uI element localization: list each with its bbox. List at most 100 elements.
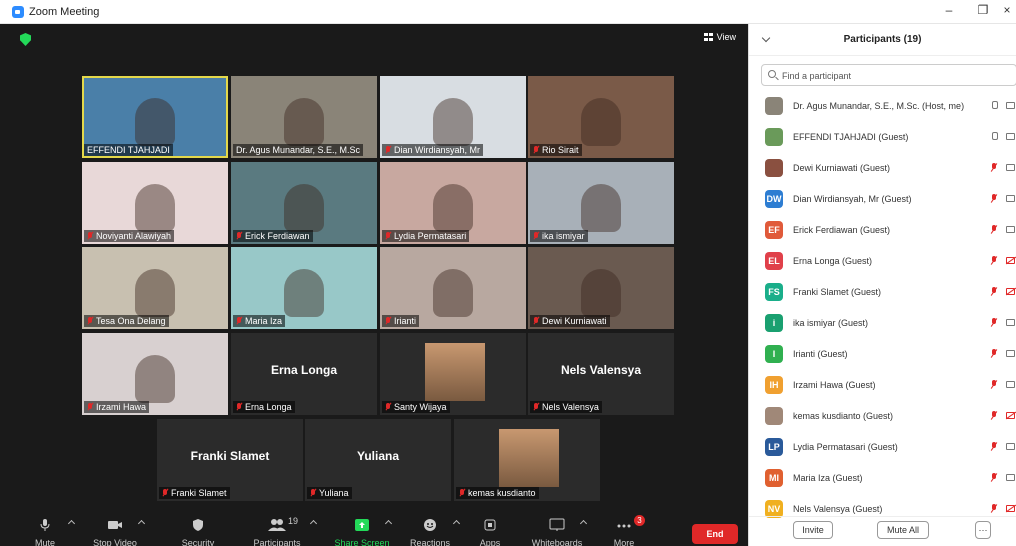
video-tile[interactable]: Irianti bbox=[380, 247, 526, 329]
muted-mic-icon[interactable] bbox=[991, 442, 997, 451]
camera-icon[interactable] bbox=[1006, 474, 1015, 481]
participant-avatar bbox=[765, 158, 783, 177]
camera-icon[interactable] bbox=[1006, 226, 1015, 233]
video-tile[interactable]: Dian Wirdiansyah, Mr bbox=[380, 76, 526, 158]
minimize-button[interactable]: – bbox=[940, 3, 958, 17]
video-tile[interactable]: Dewi Kurniawati bbox=[528, 247, 674, 329]
participant-name: Lydia Permatasari (Guest) bbox=[793, 441, 898, 452]
whiteboards-button[interactable]: Whiteboards bbox=[522, 514, 592, 546]
tile-name: Dr. Agus Munandar, S.E., M.Sc bbox=[236, 145, 361, 155]
mute-options-caret[interactable] bbox=[67, 519, 76, 528]
video-options-caret[interactable] bbox=[137, 519, 146, 528]
end-meeting-button[interactable]: End bbox=[692, 524, 738, 544]
video-tile[interactable]: Franki Slamet Franki Slamet bbox=[157, 419, 303, 501]
muted-mic-icon[interactable] bbox=[991, 163, 997, 172]
participant-row[interactable]: FS Franki Slamet (Guest) bbox=[749, 276, 1016, 307]
muted-mic-icon[interactable] bbox=[991, 287, 997, 296]
muted-mic-icon[interactable] bbox=[991, 504, 997, 513]
muted-mic-icon[interactable] bbox=[991, 349, 997, 358]
video-tile[interactable]: ika ismiyar bbox=[528, 162, 674, 244]
tile-name-label: Nels Valensya bbox=[530, 401, 602, 413]
participant-row[interactable]: I Irianti (Guest) bbox=[749, 338, 1016, 369]
participant-row[interactable]: IH Irzami Hawa (Guest) bbox=[749, 369, 1016, 400]
video-tile[interactable]: Rio Sirait bbox=[528, 76, 674, 158]
muted-mic-icon[interactable] bbox=[991, 225, 997, 234]
muted-mic-icon bbox=[236, 317, 242, 325]
apps-button[interactable]: Apps bbox=[455, 514, 525, 546]
gallery-grid-icon bbox=[703, 33, 713, 41]
muted-mic-icon[interactable] bbox=[991, 318, 997, 327]
participant-name: Dewi Kurniawati (Guest) bbox=[793, 162, 891, 173]
participant-avatar: DW bbox=[765, 189, 783, 208]
whiteboards-options-caret[interactable] bbox=[579, 519, 588, 528]
close-button[interactable]: × bbox=[998, 3, 1016, 17]
camera-icon[interactable] bbox=[1006, 102, 1015, 109]
encryption-shield-icon[interactable] bbox=[20, 33, 31, 46]
participant-row[interactable]: kemas kusdianto (Guest) bbox=[749, 400, 1016, 431]
participant-search-input[interactable] bbox=[782, 68, 1012, 83]
participant-row[interactable]: EF Erick Ferdiawan (Guest) bbox=[749, 214, 1016, 245]
camera-icon[interactable] bbox=[1006, 133, 1015, 140]
restore-button[interactable]: ❐ bbox=[974, 3, 992, 17]
camera-off-icon[interactable] bbox=[1006, 288, 1015, 295]
security-shield-icon bbox=[193, 519, 203, 531]
participant-video-feed bbox=[433, 184, 473, 232]
video-tile[interactable]: EFFENDI TJAHJADI bbox=[82, 76, 228, 158]
panel-more-button[interactable]: ··· bbox=[975, 521, 991, 539]
video-tile[interactable]: Erna Longa Erna Longa bbox=[231, 333, 377, 415]
mute-all-button[interactable]: Mute All bbox=[877, 521, 929, 539]
tile-name: Maria Iza bbox=[245, 316, 283, 326]
participant-row[interactable]: Dewi Kurniawati (Guest) bbox=[749, 152, 1016, 183]
camera-off-icon[interactable] bbox=[1006, 257, 1015, 264]
camera-off-icon[interactable] bbox=[1006, 505, 1015, 512]
participant-row[interactable]: EL Erna Longa (Guest) bbox=[749, 245, 1016, 276]
video-tile[interactable]: Irzami Hawa bbox=[82, 333, 228, 415]
camera-icon[interactable] bbox=[1006, 381, 1015, 388]
video-tile[interactable]: Santy Wijaya bbox=[380, 333, 526, 415]
camera-icon[interactable] bbox=[1006, 319, 1015, 326]
muted-mic-icon[interactable] bbox=[991, 380, 997, 389]
participant-name: Maria Iza (Guest) bbox=[793, 472, 863, 483]
video-tile[interactable]: Tesa Ona Delang bbox=[82, 247, 228, 329]
video-tile[interactable]: Dr. Agus Munandar, S.E., M.Sc bbox=[231, 76, 377, 158]
muted-mic-icon[interactable] bbox=[991, 473, 997, 482]
participant-row[interactable]: LP Lydia Permatasari (Guest) bbox=[749, 431, 1016, 462]
view-button[interactable]: View bbox=[703, 32, 736, 42]
microphone-icon[interactable] bbox=[991, 101, 998, 110]
video-tile[interactable]: Noviyanti Alawiyah bbox=[82, 162, 228, 244]
video-tile[interactable]: kemas kusdianto bbox=[454, 419, 600, 501]
participants-options-caret[interactable] bbox=[309, 519, 318, 528]
participant-row[interactable]: Dr. Agus Munandar, S.E., M.Sc. (Host, me… bbox=[749, 90, 1016, 121]
video-tile[interactable]: Lydia Permatasari bbox=[380, 162, 526, 244]
camera-off-icon[interactable] bbox=[1006, 412, 1015, 419]
participant-avatar: IH bbox=[765, 375, 783, 394]
camera-icon[interactable] bbox=[1006, 164, 1015, 171]
participant-row[interactable]: EFFENDI TJAHJADI (Guest) bbox=[749, 121, 1016, 152]
video-tile[interactable]: Maria Iza bbox=[231, 247, 377, 329]
stop-video-button[interactable]: Stop Video bbox=[80, 514, 150, 546]
muted-mic-icon[interactable] bbox=[991, 256, 997, 265]
video-tile[interactable]: Erick Ferdiawan bbox=[231, 162, 377, 244]
participant-row[interactable]: DW Dian Wirdiansyah, Mr (Guest) bbox=[749, 183, 1016, 214]
more-button[interactable]: 3 More bbox=[589, 514, 659, 546]
muted-mic-icon[interactable] bbox=[991, 194, 997, 203]
video-tile[interactable]: Yuliana Yuliana bbox=[305, 419, 451, 501]
camera-icon[interactable] bbox=[1006, 195, 1015, 202]
muted-mic-icon[interactable] bbox=[991, 411, 997, 420]
share-screen-button[interactable]: Share Screen bbox=[327, 514, 397, 546]
mute-button[interactable]: Mute bbox=[10, 514, 80, 546]
microphone-icon[interactable] bbox=[991, 132, 998, 141]
participant-search[interactable] bbox=[761, 64, 1016, 86]
participant-row[interactable]: MI Maria Iza (Guest) bbox=[749, 462, 1016, 493]
participant-name: Nels Valensya (Guest) bbox=[793, 503, 883, 514]
participants-button[interactable]: 19 Participants bbox=[242, 514, 318, 546]
camera-icon[interactable] bbox=[1006, 443, 1015, 450]
participant-row[interactable]: i ika ismiyar (Guest) bbox=[749, 307, 1016, 338]
camera-icon bbox=[108, 521, 122, 529]
camera-icon[interactable] bbox=[1006, 350, 1015, 357]
invite-button[interactable]: Invite bbox=[793, 521, 833, 539]
participant-avatar: FS bbox=[765, 282, 783, 301]
security-button[interactable]: Security bbox=[163, 514, 233, 546]
video-tile[interactable]: Nels Valensya Nels Valensya bbox=[528, 333, 674, 415]
share-options-caret[interactable] bbox=[384, 519, 393, 528]
